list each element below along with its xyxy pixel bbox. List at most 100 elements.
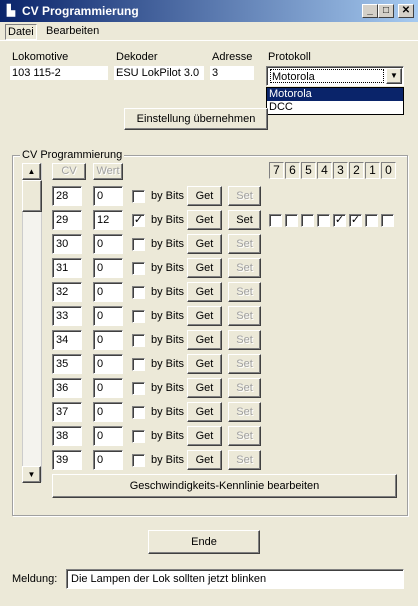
by-bits-checkbox[interactable] bbox=[132, 286, 145, 299]
get-button[interactable]: Get bbox=[187, 234, 222, 254]
cv-number-field[interactable]: 31 bbox=[52, 258, 82, 278]
cv-number-field[interactable]: 29 bbox=[52, 210, 82, 230]
get-button[interactable]: Get bbox=[187, 354, 222, 374]
protokoll-option-motorola[interactable]: Motorola bbox=[267, 88, 403, 101]
menu-datei[interactable]: Datei bbox=[5, 24, 37, 40]
menu-bearbeiten[interactable]: Bearbeiten bbox=[44, 24, 101, 38]
scroll-up-icon[interactable]: ▲ bbox=[22, 163, 41, 180]
get-button[interactable]: Get bbox=[187, 402, 222, 422]
adresse-field[interactable]: 3 bbox=[210, 66, 254, 80]
dekoder-field[interactable]: ESU LokPilot 3.0 bbox=[114, 66, 204, 80]
get-button[interactable]: Get bbox=[187, 282, 222, 302]
scrollbar-thumb[interactable] bbox=[22, 180, 42, 212]
bit-checkbox[interactable] bbox=[269, 214, 282, 227]
cv-number-field[interactable]: 35 bbox=[52, 354, 82, 374]
bit-checkbox[interactable]: ✓ bbox=[349, 214, 362, 227]
scroll-down-icon[interactable]: ▼ bbox=[22, 466, 41, 483]
cv-value-field[interactable]: 0 bbox=[93, 330, 123, 350]
get-button[interactable]: Get bbox=[187, 330, 222, 350]
protokoll-dropdown-list: Motorola DCC bbox=[266, 87, 404, 115]
by-bits-label: by Bits bbox=[151, 382, 185, 394]
cv-value-field[interactable]: 0 bbox=[93, 234, 123, 254]
cv-value-field[interactable]: 0 bbox=[93, 258, 123, 278]
get-button[interactable]: Get bbox=[187, 426, 222, 446]
end-button[interactable]: Ende bbox=[148, 530, 260, 554]
window-title: CV Programmierung bbox=[22, 4, 139, 18]
by-bits-label: by Bits bbox=[151, 454, 185, 466]
cv-value-field[interactable]: 0 bbox=[93, 402, 123, 422]
set-button[interactable]: Set bbox=[228, 210, 261, 230]
cv-number-field[interactable]: 28 bbox=[52, 186, 82, 206]
bit-checkbox[interactable] bbox=[301, 214, 314, 227]
by-bits-checkbox[interactable] bbox=[132, 262, 145, 275]
cv-number-field[interactable]: 38 bbox=[52, 426, 82, 446]
close-button[interactable]: ✕ bbox=[398, 4, 414, 18]
column-header-wert: Wert bbox=[93, 163, 123, 180]
by-bits-label: by Bits bbox=[151, 406, 185, 418]
cv-number-field[interactable]: 39 bbox=[52, 450, 82, 470]
by-bits-label: by Bits bbox=[151, 430, 185, 442]
cv-number-field[interactable]: 36 bbox=[52, 378, 82, 398]
get-button[interactable]: Get bbox=[187, 306, 222, 326]
set-button: Set bbox=[228, 450, 261, 470]
lokomotive-label: Lokomotive bbox=[12, 51, 69, 63]
by-bits-checkbox[interactable] bbox=[132, 358, 145, 371]
cv-number-field[interactable]: 33 bbox=[52, 306, 82, 326]
chevron-down-icon[interactable]: ▼ bbox=[386, 68, 402, 84]
set-button: Set bbox=[228, 306, 261, 326]
cv-value-field[interactable]: 12 bbox=[93, 210, 123, 230]
cv-value-field[interactable]: 0 bbox=[93, 450, 123, 470]
minimize-button[interactable]: _ bbox=[362, 4, 378, 18]
cv-number-field[interactable]: 37 bbox=[52, 402, 82, 422]
by-bits-checkbox[interactable] bbox=[132, 454, 145, 467]
bit-header: 1 bbox=[365, 162, 380, 179]
protokoll-option-dcc[interactable]: DCC bbox=[267, 101, 403, 114]
set-button: Set bbox=[228, 186, 261, 206]
bit-checkbox[interactable] bbox=[317, 214, 330, 227]
set-button: Set bbox=[228, 354, 261, 374]
cv-value-field[interactable]: 0 bbox=[93, 426, 123, 446]
set-button: Set bbox=[228, 234, 261, 254]
by-bits-label: by Bits bbox=[151, 310, 185, 322]
bit-header: 6 bbox=[285, 162, 300, 179]
bit-checkbox[interactable] bbox=[381, 214, 394, 227]
adresse-label: Adresse bbox=[212, 51, 253, 63]
get-button[interactable]: Get bbox=[187, 450, 222, 470]
set-button: Set bbox=[228, 282, 261, 302]
by-bits-checkbox[interactable]: ✓ bbox=[132, 214, 145, 227]
by-bits-checkbox[interactable] bbox=[132, 406, 145, 419]
cv-value-field[interactable]: 0 bbox=[93, 306, 123, 326]
by-bits-checkbox[interactable] bbox=[132, 382, 145, 395]
by-bits-checkbox[interactable] bbox=[132, 334, 145, 347]
maximize-button[interactable]: □ bbox=[378, 4, 394, 18]
by-bits-checkbox[interactable] bbox=[132, 190, 145, 203]
apply-settings-button[interactable]: Einstellung übernehmen bbox=[124, 108, 268, 130]
cv-group-title: CV Programmierung bbox=[20, 149, 125, 161]
cv-number-field[interactable]: 32 bbox=[52, 282, 82, 302]
get-button[interactable]: Get bbox=[187, 378, 222, 398]
bit-checkbox[interactable] bbox=[365, 214, 378, 227]
app-icon: ▙ bbox=[6, 5, 16, 17]
get-button[interactable]: Get bbox=[187, 258, 222, 278]
cv-number-field[interactable]: 30 bbox=[52, 234, 82, 254]
by-bits-label: by Bits bbox=[151, 358, 185, 370]
cv-number-field[interactable]: 34 bbox=[52, 330, 82, 350]
bit-header: 2 bbox=[349, 162, 364, 179]
set-button: Set bbox=[228, 330, 261, 350]
cv-value-field[interactable]: 0 bbox=[93, 282, 123, 302]
get-button[interactable]: Get bbox=[187, 210, 222, 230]
cv-value-field[interactable]: 0 bbox=[93, 354, 123, 374]
by-bits-checkbox[interactable] bbox=[132, 310, 145, 323]
bit-header: 0 bbox=[381, 162, 396, 179]
bit-header: 3 bbox=[333, 162, 348, 179]
by-bits-checkbox[interactable] bbox=[132, 238, 145, 251]
lokomotive-field[interactable]: 103 115-2 bbox=[10, 66, 108, 80]
bit-checkbox[interactable]: ✓ bbox=[333, 214, 346, 227]
get-button[interactable]: Get bbox=[187, 186, 222, 206]
cv-value-field[interactable]: 0 bbox=[93, 378, 123, 398]
bit-checkbox[interactable] bbox=[285, 214, 298, 227]
dekoder-label: Dekoder bbox=[116, 51, 158, 63]
speed-curve-button[interactable]: Geschwindigkeits-Kennlinie bearbeiten bbox=[52, 474, 397, 498]
cv-value-field[interactable]: 0 bbox=[93, 186, 123, 206]
by-bits-checkbox[interactable] bbox=[132, 430, 145, 443]
